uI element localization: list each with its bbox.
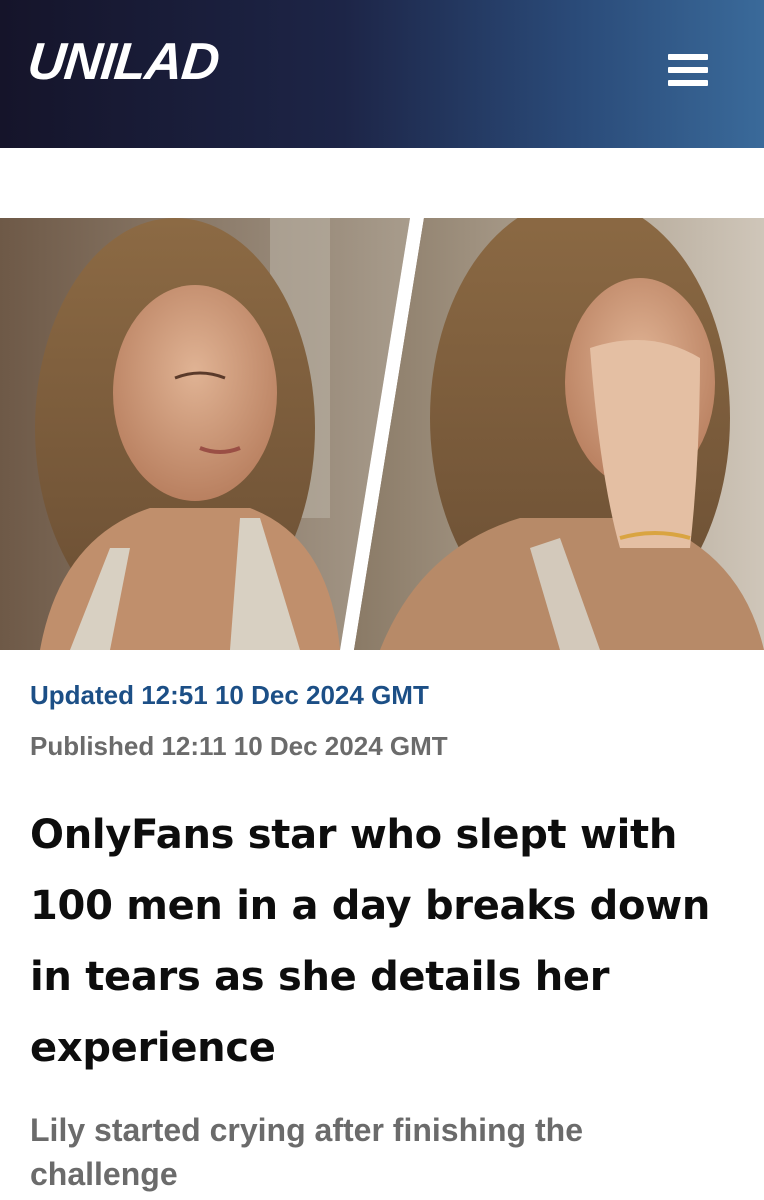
- published-timestamp: Published 12:11 10 Dec 2024 GMT: [30, 731, 448, 761]
- menu-bar: [668, 54, 708, 60]
- site-logo[interactable]: UNILAD: [25, 33, 222, 91]
- right-photo-panel: [354, 218, 764, 650]
- article-headline: OnlyFans star who slept with 100 men in …: [30, 812, 711, 1071]
- hamburger-menu-icon[interactable]: [662, 48, 714, 92]
- updated-timestamp: Updated 12:51 10 Dec 2024 GMT: [30, 680, 429, 710]
- article-subheadline: Lily started crying after finishing the …: [30, 1112, 583, 1192]
- menu-bar: [668, 67, 708, 73]
- menu-bar: [668, 80, 708, 86]
- hero-image: [0, 218, 764, 650]
- left-photo-panel: [0, 218, 410, 650]
- site-header: UNILAD: [0, 0, 764, 148]
- hero-photo-collage: [0, 218, 764, 650]
